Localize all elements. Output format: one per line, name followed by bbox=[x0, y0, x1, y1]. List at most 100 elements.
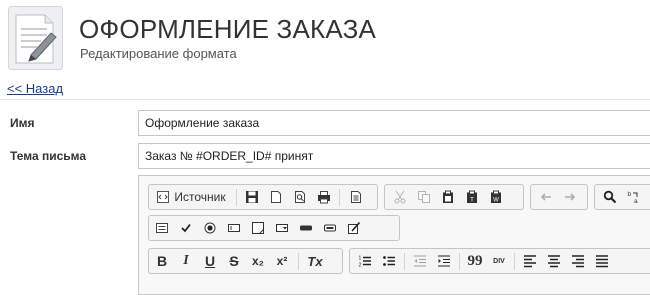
toolbar-group-clipboard: T W bbox=[384, 184, 524, 210]
image-button-button[interactable] bbox=[319, 218, 341, 238]
new-page-icon bbox=[269, 190, 283, 204]
text-field-icon bbox=[227, 221, 241, 235]
save-icon bbox=[245, 190, 259, 204]
toolbar-group-forms bbox=[148, 215, 400, 241]
svg-text:1: 1 bbox=[359, 256, 362, 262]
checkbox-button[interactable] bbox=[175, 218, 197, 238]
back-link[interactable]: << Назад bbox=[7, 81, 63, 96]
select-icon bbox=[275, 221, 289, 235]
new-page-button[interactable] bbox=[265, 187, 287, 207]
form-button[interactable] bbox=[151, 218, 173, 238]
bold-button[interactable]: B bbox=[151, 251, 173, 271]
redo-button[interactable] bbox=[559, 187, 581, 207]
replace-button[interactable]: ba bbox=[623, 187, 645, 207]
align-justify-button[interactable] bbox=[591, 251, 613, 271]
strike-button[interactable]: S bbox=[223, 251, 245, 271]
blockquote-button[interactable]: 99 bbox=[464, 251, 486, 271]
templates-icon bbox=[349, 190, 363, 204]
svg-text:W: W bbox=[493, 198, 499, 204]
hidden-field-button[interactable] bbox=[343, 218, 365, 238]
copy-button[interactable] bbox=[413, 187, 435, 207]
toolbar-group-paragraph: 12 99 DIV bbox=[349, 248, 650, 274]
toolbar-group-undo bbox=[530, 184, 588, 210]
undo-button[interactable] bbox=[535, 187, 557, 207]
toolbar-group-find: ba bbox=[594, 184, 650, 210]
print-button[interactable] bbox=[313, 187, 335, 207]
image-button-icon bbox=[323, 221, 337, 235]
undo-arrow-icon bbox=[539, 190, 553, 204]
align-right-icon bbox=[571, 254, 585, 268]
outdent-icon bbox=[413, 254, 427, 268]
align-right-button[interactable] bbox=[567, 251, 589, 271]
search-icon bbox=[603, 190, 617, 204]
toolbar-group-document: Источник bbox=[148, 184, 378, 210]
preview-icon bbox=[293, 190, 307, 204]
cut-icon bbox=[393, 190, 407, 204]
remove-format-button[interactable]: Tx bbox=[303, 251, 327, 271]
indent-button[interactable] bbox=[433, 251, 455, 271]
select-button[interactable] bbox=[271, 218, 293, 238]
align-center-button[interactable] bbox=[543, 251, 565, 271]
name-input[interactable]: Оформление заказа bbox=[138, 110, 650, 136]
subject-input[interactable]: Заказ № #ORDER_ID# принят bbox=[138, 143, 650, 169]
superscript-button[interactable]: x² bbox=[271, 251, 293, 271]
checkbox-icon bbox=[179, 221, 193, 235]
subject-label: Тема письма bbox=[10, 149, 87, 163]
numbered-list-icon: 12 bbox=[358, 254, 372, 268]
redo-arrow-icon bbox=[563, 190, 577, 204]
subscript-button[interactable]: x₂ bbox=[247, 251, 269, 271]
button-element-icon bbox=[299, 221, 313, 235]
paste-icon bbox=[441, 190, 455, 204]
hidden-field-icon bbox=[347, 221, 361, 235]
cut-button[interactable] bbox=[389, 187, 411, 207]
toolbar-group-basic-styles: B I U S x₂ x² Tx bbox=[148, 248, 343, 274]
outdent-button[interactable] bbox=[409, 251, 431, 271]
save-button[interactable] bbox=[241, 187, 263, 207]
align-left-icon bbox=[523, 254, 537, 268]
toolbar-separator bbox=[404, 253, 405, 270]
numbered-list-button[interactable]: 12 bbox=[354, 251, 376, 271]
preview-button[interactable] bbox=[289, 187, 311, 207]
radio-icon bbox=[203, 221, 217, 235]
bulleted-list-button[interactable] bbox=[378, 251, 400, 271]
paste-word-icon: W bbox=[489, 190, 503, 204]
paste-text-icon: T bbox=[465, 190, 479, 204]
find-button[interactable] bbox=[599, 187, 621, 207]
toolbar-separator bbox=[459, 253, 460, 270]
bulleted-list-icon bbox=[382, 254, 396, 268]
svg-text:2: 2 bbox=[359, 263, 362, 269]
svg-text:a: a bbox=[634, 198, 638, 204]
source-icon bbox=[156, 190, 170, 204]
copy-icon bbox=[417, 190, 431, 204]
paste-button[interactable] bbox=[437, 187, 459, 207]
div-container-button[interactable]: DIV bbox=[488, 251, 510, 271]
paste-word-button[interactable]: W bbox=[485, 187, 507, 207]
align-left-button[interactable] bbox=[519, 251, 541, 271]
page-subtitle: Редактирование формата bbox=[80, 46, 237, 61]
form-icon bbox=[155, 221, 169, 235]
html-editor: Источник T W b a B I U S x₂ x² Tx 1 2 99… bbox=[138, 175, 650, 295]
italic-button[interactable]: I bbox=[175, 251, 197, 271]
toolbar-separator bbox=[514, 253, 515, 270]
button-element-button[interactable] bbox=[295, 218, 317, 238]
svg-text:T: T bbox=[470, 197, 474, 204]
source-button[interactable]: Источник bbox=[151, 187, 231, 207]
textarea-button[interactable] bbox=[247, 218, 269, 238]
svg-text:b: b bbox=[628, 191, 632, 198]
toolbar-separator bbox=[236, 189, 237, 206]
underline-button[interactable]: U bbox=[199, 251, 221, 271]
text-field-button[interactable] bbox=[223, 218, 245, 238]
toolbar-separator bbox=[298, 253, 299, 270]
align-justify-icon bbox=[595, 254, 609, 268]
replace-icon: ba bbox=[627, 190, 641, 204]
source-label: Источник bbox=[174, 190, 226, 204]
toolbar-separator bbox=[339, 189, 340, 206]
indent-icon bbox=[437, 254, 451, 268]
divider bbox=[0, 99, 650, 100]
templates-button[interactable] bbox=[345, 187, 367, 207]
paste-text-button[interactable]: T bbox=[461, 187, 483, 207]
page-title: ОФОРМЛЕНИЕ ЗАКАЗА bbox=[79, 14, 377, 44]
radio-button[interactable] bbox=[199, 218, 221, 238]
page-document-icon bbox=[7, 5, 64, 71]
textarea-icon bbox=[251, 221, 265, 235]
